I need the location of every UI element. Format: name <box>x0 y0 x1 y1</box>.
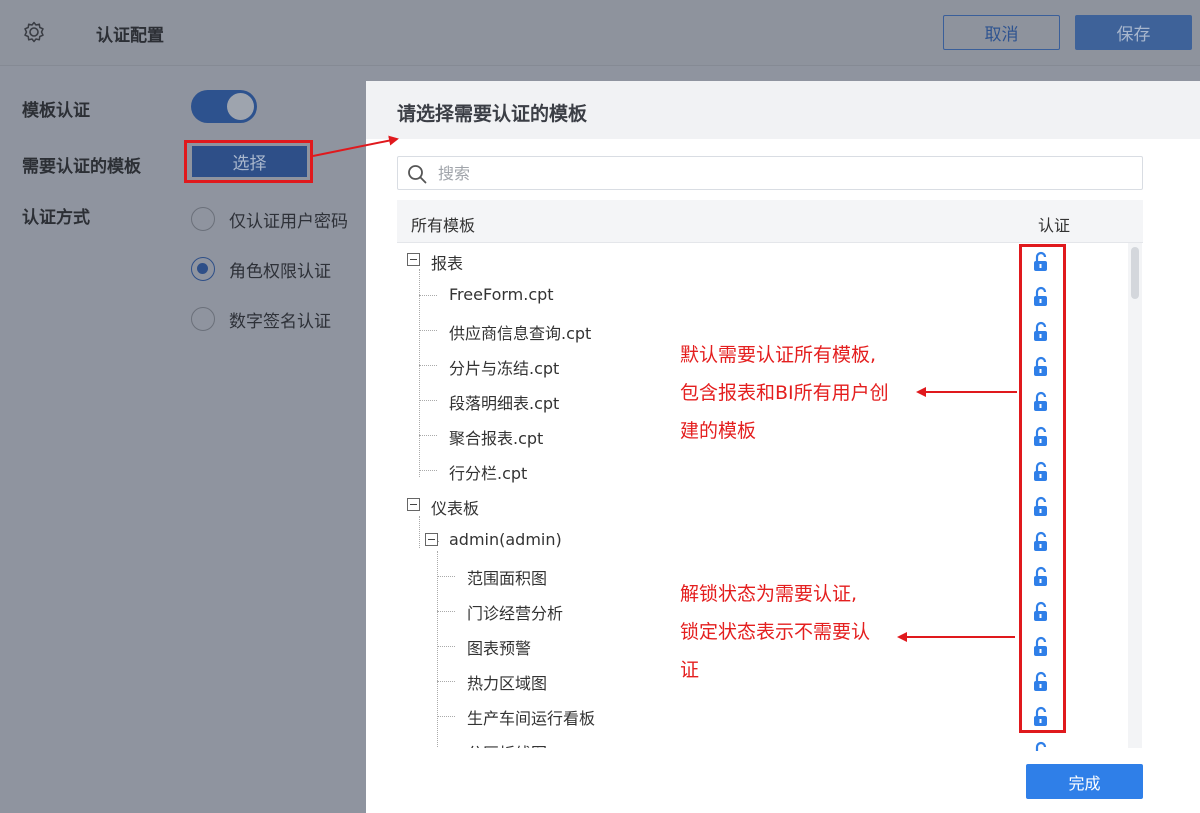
dialog-title: 请选择需要认证的模板 <box>397 103 588 125</box>
tree-node[interactable]: admin(admin) <box>397 523 1127 558</box>
annotation-line: 解锁状态为需要认证, <box>680 583 858 605</box>
search-icon <box>408 165 427 184</box>
top-bar: 认证配置 取消 保存 <box>0 0 1200 66</box>
select-templates-button[interactable]: 选择 <box>192 146 307 177</box>
tree-leaf-label: 门诊经营分析 <box>467 604 564 623</box>
radio-label-role-permission: 角色权限认证 <box>229 262 331 282</box>
column-header-auth: 认证 <box>1038 216 1071 235</box>
radio-digital-signature[interactable] <box>191 307 215 331</box>
annotation-line: 证 <box>680 659 700 681</box>
template-auth-label: 模板认证 <box>22 101 90 121</box>
collapse-icon[interactable] <box>425 533 438 546</box>
annotation-line: 锁定状态表示不需要认 <box>680 621 871 643</box>
tree-leaf-label: 聚合报表.cpt <box>449 429 544 448</box>
radio-password-only[interactable] <box>191 207 215 231</box>
done-button[interactable]: 完成 <box>1026 764 1143 799</box>
radio-label-digital-signature: 数字签名认证 <box>229 312 331 332</box>
radio-label-password-only: 仅认证用户密码 <box>229 212 348 232</box>
annotation-line: 包含报表和BI所有用户创 <box>680 382 889 404</box>
tree-leaf-label: 图表预警 <box>467 639 532 658</box>
gear-icon[interactable] <box>22 20 46 44</box>
annotation-line: 建的模板 <box>680 420 757 442</box>
tree-leaf-label: 热力区域图 <box>467 674 548 693</box>
tree-leaf-label: 生产车间运行看板 <box>467 709 596 728</box>
radio-role-permission[interactable] <box>191 257 215 281</box>
column-header-templates: 所有模板 <box>411 216 476 235</box>
tree-leaf-label: FreeForm.cpt <box>449 285 554 304</box>
tree-leaf-label: 供应商信息查询.cpt <box>449 324 592 343</box>
tree-leaf-label: 范围面积图 <box>467 569 548 588</box>
tree-leaf[interactable]: FreeForm.cpt <box>397 278 1127 313</box>
template-auth-toggle[interactable] <box>191 90 257 123</box>
tree-node-label: admin(admin) <box>449 530 562 549</box>
annotation-line: 默认需要认证所有模板, <box>680 344 877 366</box>
annotation-note-1: 默认需要认证所有模板, 包含报表和BI所有用户创 建的模板 <box>680 336 889 450</box>
tree-leaf-label: 行分栏.cpt <box>449 464 528 483</box>
cancel-button[interactable]: 取消 <box>943 15 1060 50</box>
tree-node-label: 报表 <box>431 254 464 273</box>
tree-leaf[interactable]: 分区折线图 <box>397 733 1127 748</box>
auth-method-label: 认证方式 <box>22 208 90 228</box>
toggle-knob <box>227 93 254 120</box>
search-input[interactable] <box>438 160 1128 186</box>
dialog-header: 请选择需要认证的模板 <box>366 81 1200 139</box>
page-title: 认证配置 <box>96 26 164 46</box>
tree-leaf-label: 分片与冻结.cpt <box>449 359 560 378</box>
tree-leaf[interactable]: 生产车间运行看板 <box>397 698 1127 733</box>
save-button[interactable]: 保存 <box>1075 15 1192 50</box>
need-auth-templates-label: 需要认证的模板 <box>22 157 141 177</box>
unlock-icon[interactable] <box>1030 741 1052 751</box>
annotation-note-2: 解锁状态为需要认证, 锁定状态表示不需要认 证 <box>680 575 870 689</box>
select-templates-dialog: 请选择需要认证的模板 所有模板 认证 报表 FreeForm.cpt <box>366 81 1200 813</box>
tree-leaf-label: 分区折线图 <box>467 740 547 748</box>
tree-scrollbar[interactable] <box>1128 243 1142 748</box>
tree-node[interactable]: 仪表板 <box>397 488 1127 523</box>
scrollbar-thumb[interactable] <box>1131 247 1139 299</box>
tree-leaf[interactable]: 行分栏.cpt <box>397 453 1127 488</box>
tree-leaf-label: 段落明细表.cpt <box>449 394 560 413</box>
table-header: 所有模板 认证 <box>397 200 1143 243</box>
search-box <box>397 156 1143 190</box>
tree-node[interactable]: 报表 <box>397 243 1127 278</box>
tree-node-label: 仪表板 <box>431 499 480 518</box>
collapse-icon[interactable] <box>407 498 420 511</box>
collapse-icon[interactable] <box>407 253 420 266</box>
highlight-frame-auth-column <box>1019 244 1066 733</box>
